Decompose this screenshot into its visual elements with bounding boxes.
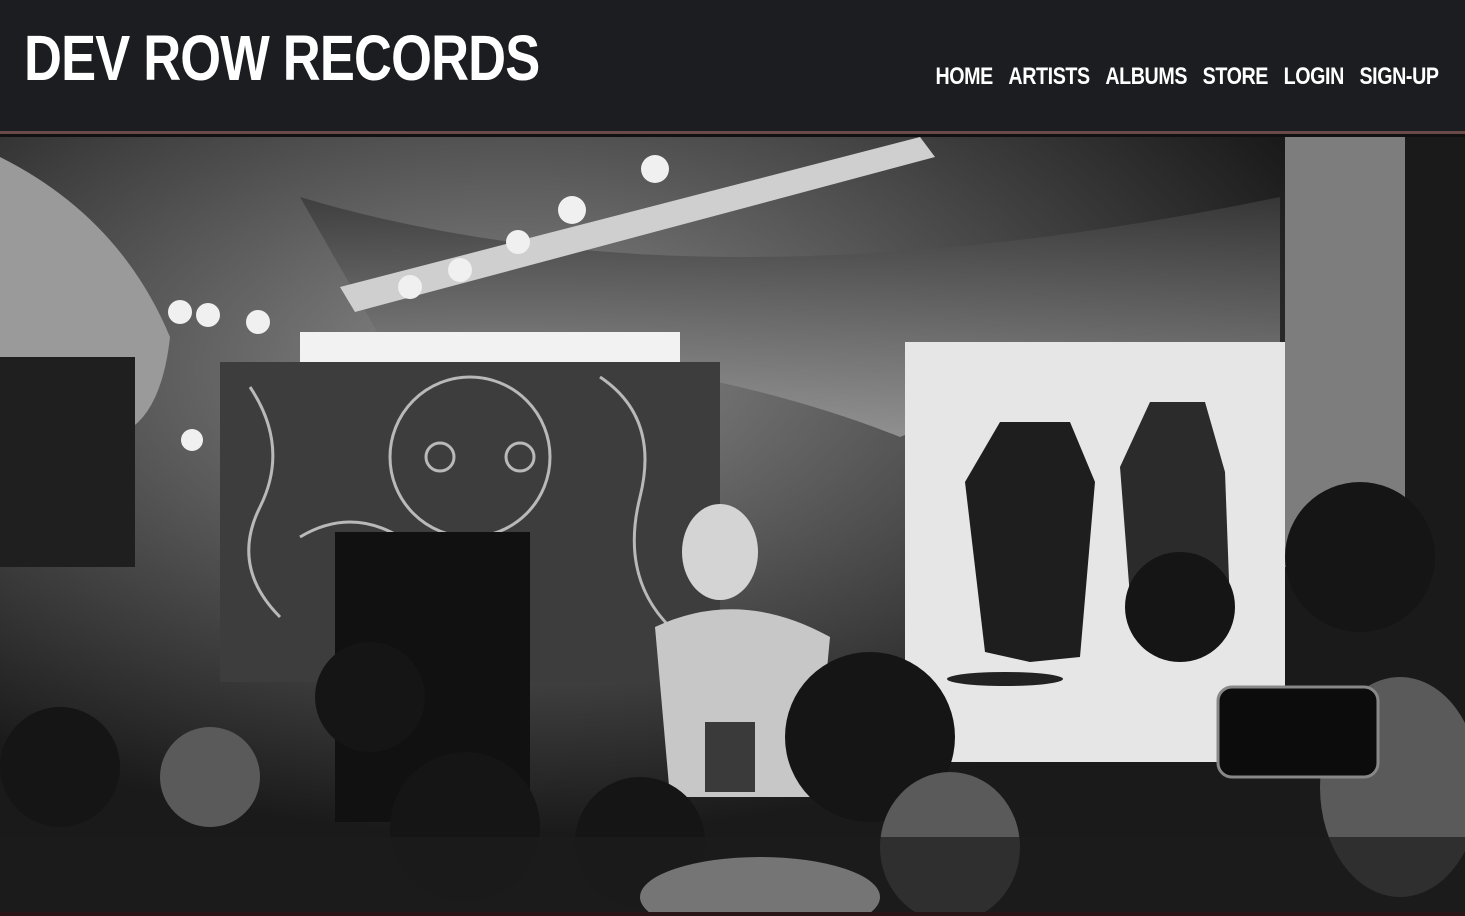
page-bottom-strip	[0, 912, 1465, 916]
hero-concert-photo	[0, 137, 1465, 912]
nav-artists-link[interactable]: ARTISTS	[1009, 60, 1091, 94]
site-header: DEV ROW RECORDS HOME ARTISTS ALBUMS STOR…	[0, 0, 1465, 134]
nav-home-link[interactable]: HOME	[936, 60, 994, 94]
site-logo[interactable]: DEV ROW RECORDS	[24, 18, 540, 98]
nav-login-link[interactable]: LOGIN	[1284, 60, 1345, 94]
main-nav: HOME ARTISTS ALBUMS STORE LOGIN SIGN-UP	[920, 60, 1440, 94]
nav-signup-link[interactable]: SIGN-UP	[1360, 60, 1440, 94]
nav-albums-link[interactable]: ALBUMS	[1106, 60, 1188, 94]
nav-store-link[interactable]: STORE	[1203, 60, 1269, 94]
